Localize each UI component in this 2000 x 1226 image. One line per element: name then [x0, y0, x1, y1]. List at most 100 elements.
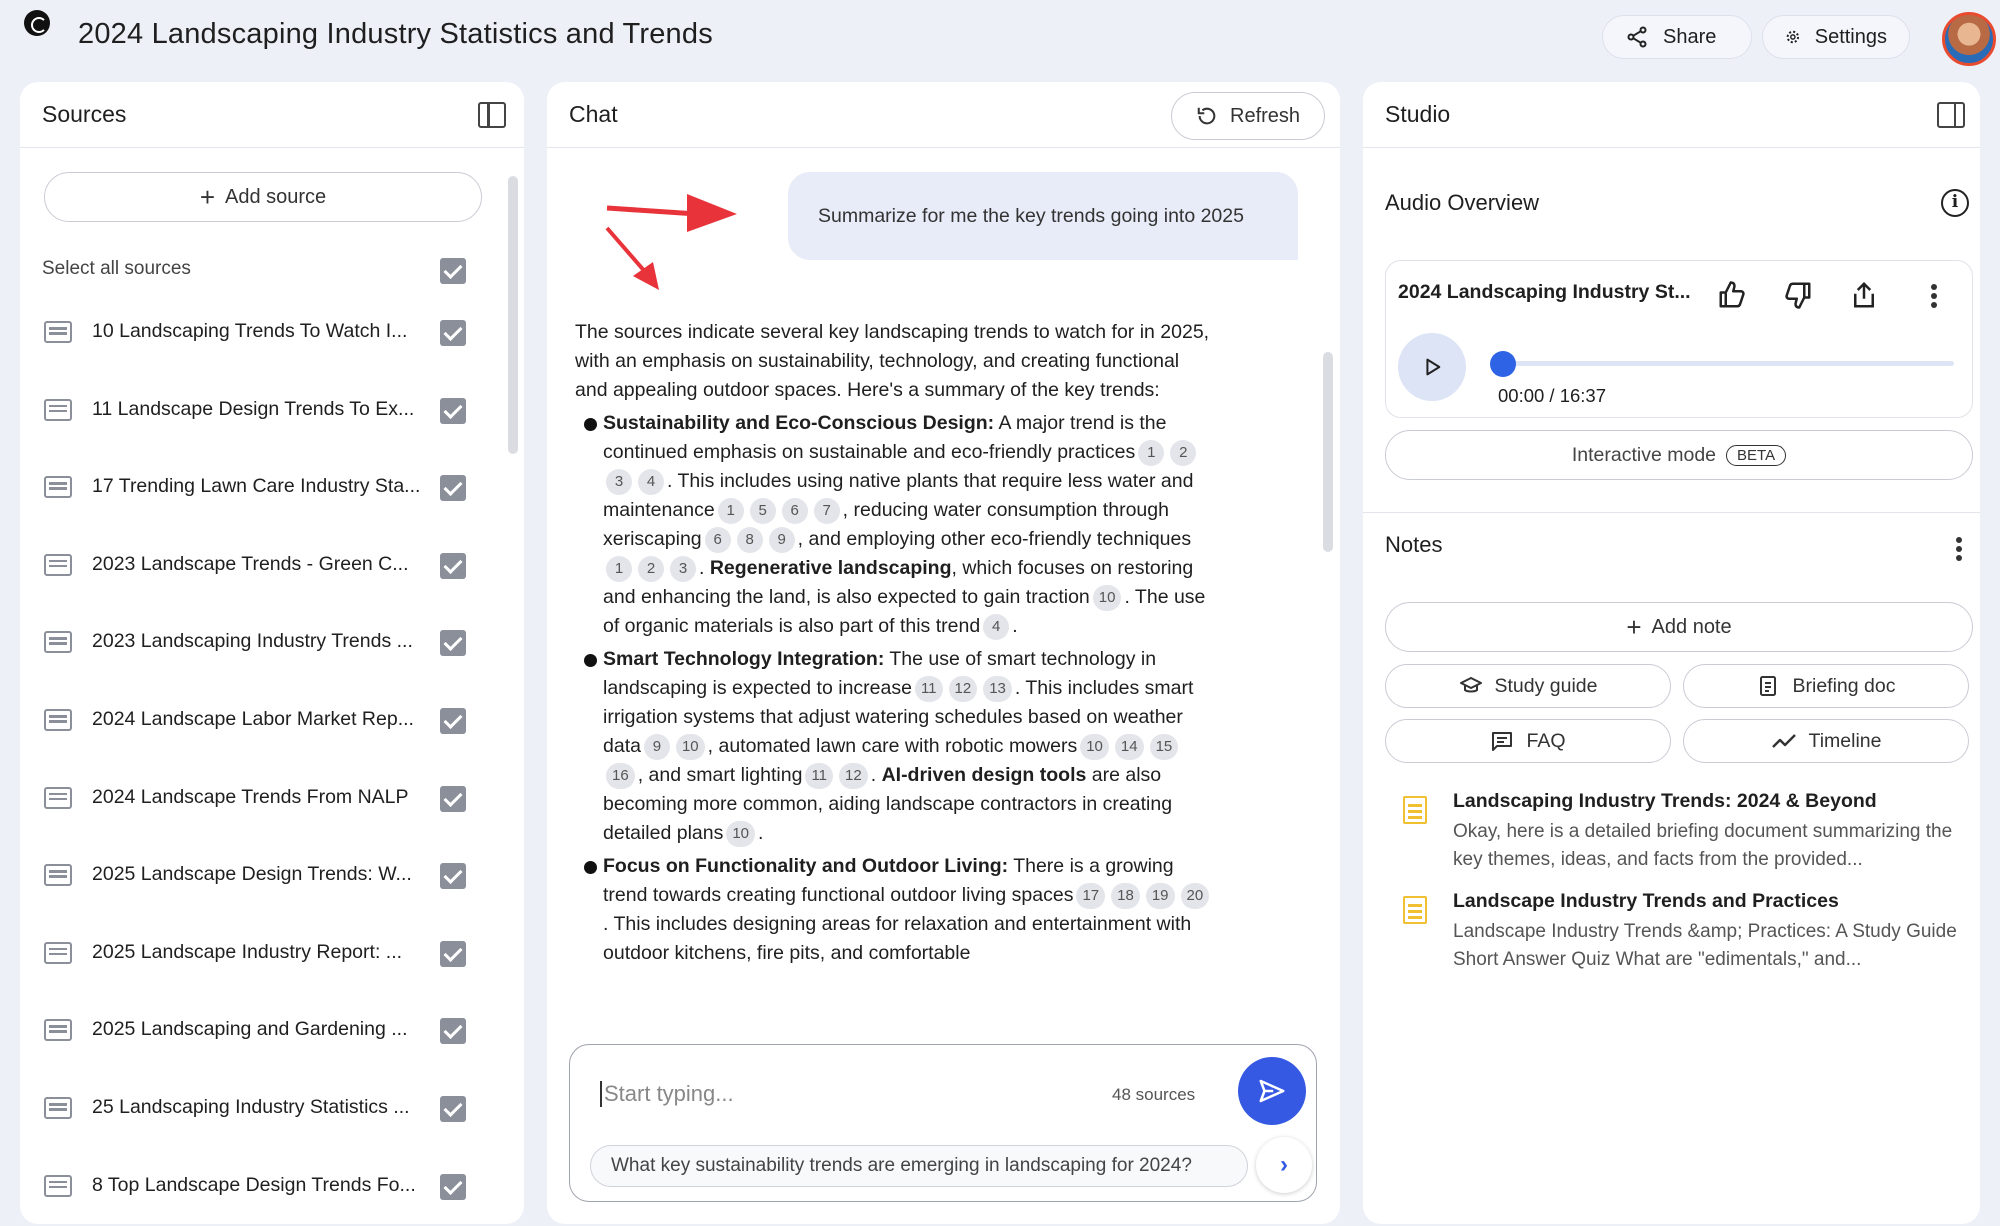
citation-chip[interactable]: 7 [813, 498, 840, 524]
share-button[interactable]: Share [1602, 15, 1752, 59]
citation-chip[interactable]: 11 [805, 763, 834, 789]
citation-chip[interactable]: 4 [983, 614, 1010, 640]
audio-progress-track[interactable] [1502, 361, 1954, 366]
audio-progress-knob[interactable] [1490, 351, 1516, 377]
source-checkbox[interactable] [440, 1096, 466, 1122]
settings-button[interactable]: Settings [1762, 15, 1910, 59]
play-button[interactable] [1398, 333, 1466, 401]
citation-chip[interactable]: 8 [736, 527, 763, 553]
citation-group: 4 [980, 614, 1012, 640]
citation-chip[interactable]: 19 [1145, 883, 1175, 909]
citation-chip[interactable]: 10 [675, 734, 705, 760]
faq-label: FAQ [1526, 729, 1566, 752]
user-avatar[interactable] [1942, 12, 1996, 66]
citation-chip[interactable]: 6 [781, 498, 808, 524]
source-item[interactable]: 2023 Landscaping Industry Trends ... [20, 614, 524, 674]
send-button[interactable] [1238, 1057, 1306, 1125]
citation-chip[interactable]: 6 [704, 527, 731, 553]
info-icon[interactable]: i [1941, 189, 1969, 217]
thumbs-up-button[interactable] [1712, 275, 1752, 315]
note-item[interactable]: Landscape Industry Trends and Practices … [1385, 890, 1965, 980]
share-audio-button[interactable] [1844, 275, 1884, 315]
citation-chip[interactable]: 9 [768, 527, 795, 553]
citation-chip[interactable]: 15 [1149, 734, 1179, 760]
source-checkbox[interactable] [440, 940, 466, 967]
plus-icon: + [199, 181, 215, 212]
citation-chip[interactable]: 11 [914, 676, 943, 702]
citation-chip[interactable]: 13 [983, 676, 1012, 702]
citation-chip[interactable]: 17 [1076, 883, 1106, 909]
briefing-doc-button[interactable]: Briefing doc [1683, 664, 1969, 708]
add-note-button[interactable]: + Add note [1385, 602, 1973, 652]
source-checkbox[interactable] [440, 630, 466, 657]
notebooklm-logo-icon[interactable] [24, 10, 50, 36]
source-item[interactable]: 17 Trending Lawn Care Industry Sta... [20, 459, 524, 519]
thumbs-up-icon [1719, 281, 1745, 308]
refresh-label: Refresh [1230, 104, 1301, 127]
chat-input-box[interactable]: Start typing... 48 sources What key sust… [569, 1044, 1317, 1202]
source-item[interactable]: 2024 Landscape Trends From NALP [20, 770, 524, 830]
document-icon [44, 786, 72, 809]
answer-bullet-sustainability: Sustainability and Eco-Conscious Design:… [575, 409, 1215, 641]
source-item[interactable]: 2025 Landscaping and Gardening ... [20, 1002, 524, 1062]
citation-chip[interactable]: 14 [1114, 734, 1144, 760]
source-checkbox[interactable] [440, 785, 466, 812]
citation-chip[interactable]: 12 [948, 676, 978, 702]
chat-input-field[interactable]: Start typing... [600, 1081, 734, 1107]
document-icon [44, 1019, 72, 1042]
collapse-studio-icon[interactable] [1937, 102, 1965, 128]
chat-scrollbar[interactable] [1323, 352, 1333, 552]
thumbs-down-button[interactable] [1778, 275, 1818, 315]
source-item[interactable]: 2025 Landscape Design Trends: W... [20, 847, 524, 907]
citation-chip[interactable]: 1 [606, 556, 632, 582]
select-all-checkbox[interactable] [440, 258, 466, 284]
source-checkbox[interactable] [440, 1173, 466, 1200]
source-checkbox[interactable] [440, 552, 466, 579]
citation-chip[interactable]: 5 [749, 498, 776, 524]
source-item[interactable]: 2025 Landscape Industry Report: ... [20, 925, 524, 985]
source-item[interactable]: 11 Landscape Design Trends To Ex... [20, 382, 524, 442]
citation-chip[interactable]: 18 [1111, 883, 1140, 909]
source-item[interactable]: 10 Landscaping Trends To Watch I... [20, 304, 524, 364]
citation-chip[interactable]: 9 [643, 734, 670, 760]
document-icon [44, 476, 72, 499]
add-source-button[interactable]: + Add source [44, 172, 482, 222]
citation-chip[interactable]: 12 [839, 763, 868, 789]
source-checkbox[interactable] [440, 397, 466, 424]
citation-chip[interactable]: 16 [606, 763, 635, 789]
source-item[interactable]: 2024 Landscape Labor Market Rep... [20, 692, 524, 752]
citation-chip[interactable]: 10 [726, 821, 756, 847]
notebook-title[interactable]: 2024 Landscaping Industry Statistics and… [78, 18, 713, 51]
audio-more-button[interactable] [1914, 275, 1954, 315]
citation-chip[interactable]: 1 [1138, 440, 1165, 466]
study-guide-button[interactable]: Study guide [1385, 664, 1671, 708]
source-item[interactable]: 25 Landscaping Industry Statistics ... [20, 1080, 524, 1140]
notes-more-icon[interactable] [1956, 537, 1962, 543]
citation-chip[interactable]: 2 [1170, 440, 1197, 466]
source-checkbox[interactable] [440, 863, 466, 890]
collapse-sources-icon[interactable] [478, 102, 506, 128]
source-checkbox[interactable] [440, 475, 466, 502]
citation-chip[interactable]: 1 [717, 498, 744, 524]
citation-chip[interactable]: 2 [638, 556, 664, 582]
citation-chip[interactable]: 4 [638, 469, 664, 495]
suggested-question[interactable]: What key sustainability trends are emerg… [590, 1145, 1248, 1187]
source-item[interactable]: 2023 Landscape Trends - Green C... [20, 537, 524, 597]
note-item[interactable]: Landscaping Industry Trends: 2024 & Beyo… [1385, 790, 1965, 880]
refresh-button[interactable]: Refresh [1171, 92, 1326, 140]
source-checkbox[interactable] [440, 708, 466, 734]
citation-chip[interactable]: 20 [1180, 883, 1210, 909]
source-checkbox[interactable] [440, 320, 466, 346]
timeline-button[interactable]: Timeline [1683, 719, 1969, 763]
source-checkbox[interactable] [440, 1018, 466, 1045]
faq-button[interactable]: FAQ [1385, 719, 1671, 763]
next-suggestion-button[interactable]: › [1256, 1137, 1312, 1193]
citation-chip[interactable]: 3 [606, 469, 632, 495]
send-icon [1259, 1079, 1285, 1103]
citation-chip[interactable]: 10 [1092, 585, 1122, 611]
interactive-mode-button[interactable]: Interactive mode BETA [1385, 430, 1973, 480]
citation-chip[interactable]: 3 [670, 556, 696, 582]
source-item[interactable]: 8 Top Landscape Design Trends Fo... [20, 1158, 524, 1218]
citation-chip[interactable]: 10 [1080, 734, 1109, 760]
source-label: 10 Landscaping Trends To Watch I... [92, 320, 408, 342]
